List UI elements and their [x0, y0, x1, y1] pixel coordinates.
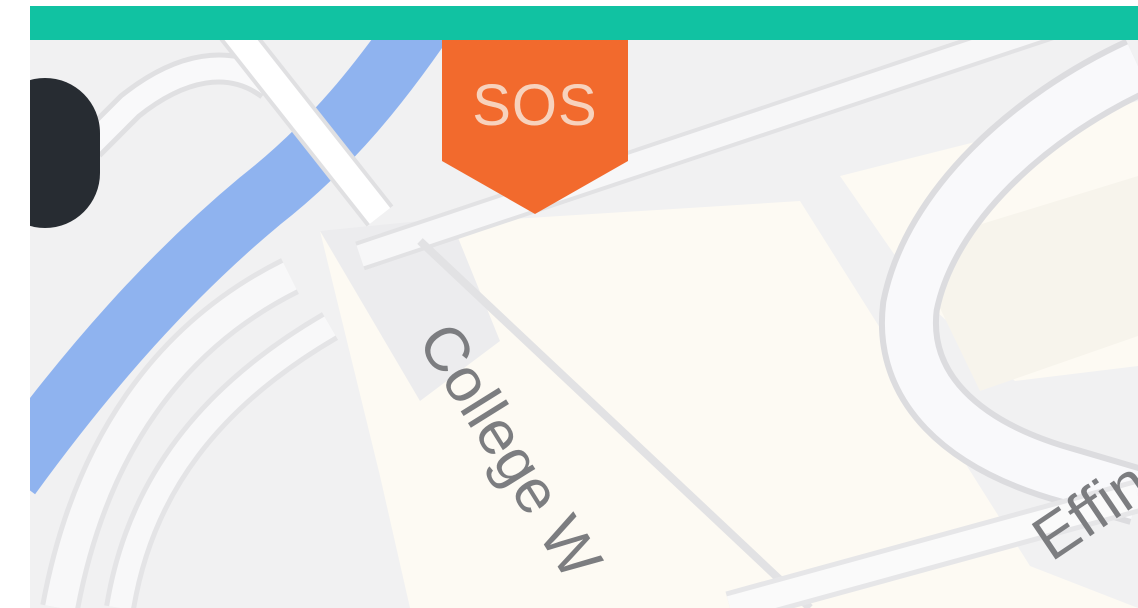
left-margin	[0, 0, 30, 608]
sos-marker-button[interactable]: SOS	[442, 36, 628, 214]
sos-label: SOS	[472, 73, 598, 138]
top-header-bar	[30, 6, 1138, 40]
map-view[interactable]: College W Effin SOS	[30, 6, 1138, 608]
